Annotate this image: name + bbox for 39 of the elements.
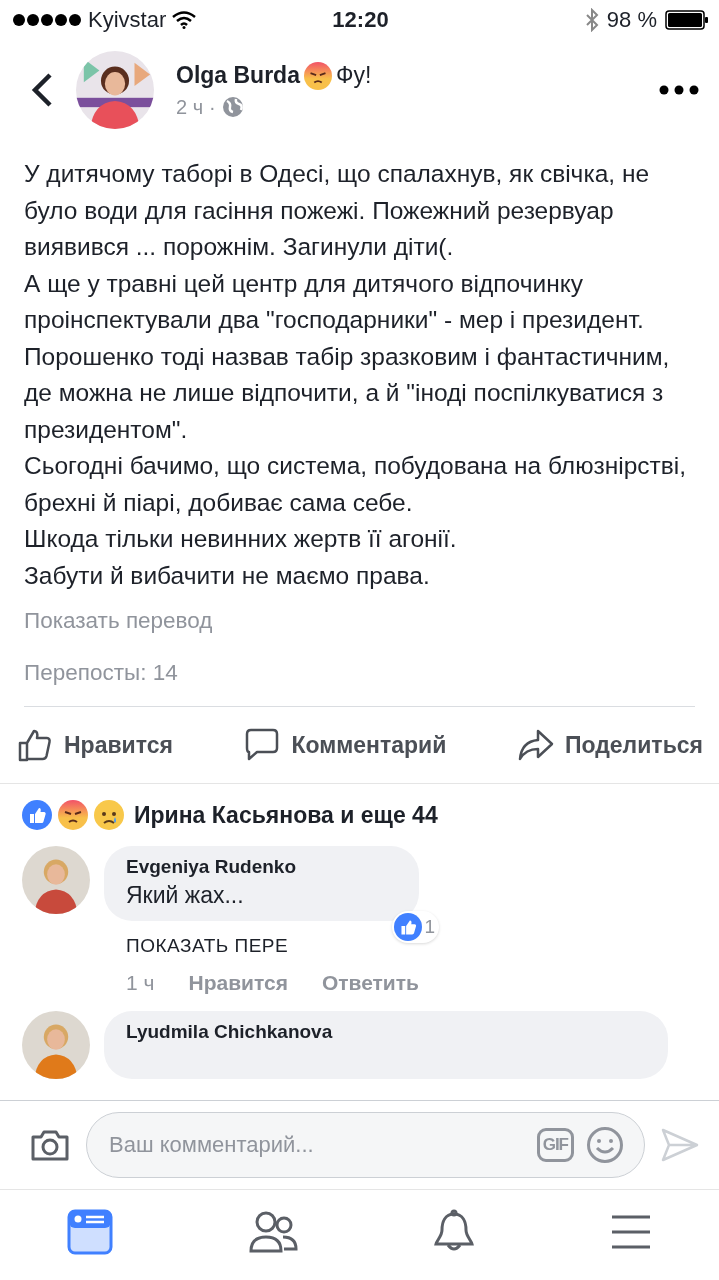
- commenter-name[interactable]: Evgeniya Rudenko: [126, 856, 397, 878]
- post-text: Забути й вибачити не маємо права.: [24, 560, 431, 591]
- reactions-summary[interactable]: Ирина Касьянова и еще 44: [134, 801, 438, 829]
- camera-icon[interactable]: [30, 1128, 70, 1162]
- post-text: У дитячому таборі в Одесі, що спалахнув, як свічка, не було води для гасіння пожежі. Пожежний резервуар виявився ... порожнім. Загинули діти(.: [24, 159, 651, 262]
- like-reaction-icon: [394, 913, 423, 941]
- sad-face-icon: [94, 800, 124, 830]
- more-options-icon[interactable]: [659, 85, 699, 95]
- commenter-name[interactable]: Lyudmila Chichkanova: [126, 1021, 646, 1043]
- like-button[interactable]: Нравится: [16, 726, 173, 764]
- comment-time: 1 ч: [126, 971, 155, 995]
- comment-text: Який жах...: [126, 882, 245, 909]
- signal-icon: [12, 13, 82, 27]
- like-reaction-icon: [22, 800, 52, 830]
- feeling-text: Фу!: [335, 62, 372, 89]
- feed-tab[interactable]: [67, 1209, 114, 1255]
- post-text: А ще у травні цей центр для дитячого відпочинку проінспектували два "господарники" - мер і президент. Порошенко тоді назвав табір зразковим і фантастичним, де можна не лише відпочити, а й "іноді поспілкуватися з президентом".: [24, 268, 671, 445]
- angry-face-icon: [58, 800, 88, 830]
- comment-button[interactable]: Комментарий: [243, 726, 447, 764]
- news-feed-icon: [67, 1209, 114, 1255]
- carrier-name: Kyivstar: [88, 7, 167, 33]
- globe-icon: [221, 96, 244, 118]
- back-icon[interactable]: [30, 72, 54, 108]
- share-button[interactable]: Поделиться: [516, 726, 703, 764]
- battery-icon: [665, 10, 709, 30]
- friends-tab[interactable]: [248, 1209, 299, 1255]
- like-count-badge: 1: [392, 911, 439, 943]
- smiley-icon[interactable]: [586, 1126, 624, 1164]
- separator-dot: ·: [209, 95, 216, 119]
- clock-time: 12:20: [332, 7, 389, 33]
- battery-percent: 98 %: [606, 7, 657, 33]
- author-name[interactable]: Olga Burda: [176, 62, 300, 89]
- post-time: 2 ч: [176, 95, 204, 119]
- bluetooth-icon: [584, 8, 599, 32]
- people-icon: [248, 1209, 299, 1255]
- post-text: Шкода тільки невинних жертв її агонії.: [24, 524, 458, 554]
- post-text: Сьогодні бачимо, що система, побудована на блюзнірстві, брехні й піарі, добиває сама себе.: [24, 451, 688, 518]
- wifi-icon: [172, 11, 197, 29]
- angry-face-icon: [303, 61, 332, 90]
